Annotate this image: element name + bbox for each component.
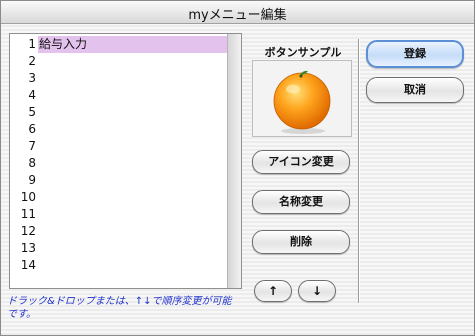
list-scrollbar[interactable] (227, 34, 241, 288)
row-number: 5 (28, 105, 36, 119)
rename-button[interactable]: 名称変更 (252, 190, 350, 214)
row-label (38, 121, 228, 138)
row-number: 9 (28, 173, 36, 187)
row-number: 4 (28, 88, 36, 102)
row-number: 8 (28, 156, 36, 170)
row-number: 12 (20, 224, 36, 238)
list-row[interactable]: 9 (10, 172, 228, 189)
delete-button[interactable]: 削除 (252, 230, 350, 254)
row-label (38, 87, 228, 104)
row-number: 10 (20, 190, 36, 204)
row-label (38, 189, 228, 206)
button-sample-label: ボタンサンプル (264, 46, 342, 59)
row-number: 7 (28, 139, 36, 153)
icon-preview (252, 60, 352, 137)
vertical-divider (358, 39, 360, 303)
register-button[interactable]: 登録 (366, 40, 464, 68)
list-row[interactable]: 1 給与入力 (10, 36, 228, 53)
list-row[interactable]: 6 (10, 121, 228, 138)
list-row[interactable]: 13 (10, 240, 228, 257)
row-label (38, 155, 228, 172)
row-number: 11 (20, 207, 36, 221)
row-number: 1 (28, 37, 36, 51)
row-label (38, 104, 228, 121)
menu-list[interactable]: 1 給与入力 2 3 4 5 6 7 8 9 10 11 12 13 14 (9, 33, 242, 289)
row-label (38, 223, 228, 240)
row-number: 3 (28, 71, 36, 85)
row-label (38, 172, 228, 189)
row-label (38, 206, 228, 223)
list-row[interactable]: 3 (10, 70, 228, 87)
list-row[interactable]: 4 (10, 87, 228, 104)
list-row[interactable]: 7 (10, 138, 228, 155)
row-number: 2 (28, 54, 36, 68)
row-label (38, 138, 228, 155)
cancel-button[interactable]: 取消 (366, 77, 464, 103)
row-number: 14 (20, 258, 36, 272)
title-bar[interactable]: myメニュー編集 (1, 1, 474, 24)
row-label (38, 70, 228, 87)
row-label: 給与入力 (38, 36, 228, 53)
list-row[interactable]: 14 (10, 257, 228, 274)
list-row[interactable]: 12 (10, 223, 228, 240)
dialog-window: myメニュー編集 1 給与入力 2 3 4 5 6 7 8 9 10 11 12 13 14 ボタンサンプル… (0, 0, 475, 336)
list-row[interactable]: 8 (10, 155, 228, 172)
list-row[interactable]: 10 (10, 189, 228, 206)
row-number: 13 (20, 241, 36, 255)
row-label (38, 257, 228, 274)
change-icon-button[interactable]: アイコン変更 (252, 150, 350, 174)
row-label (38, 53, 228, 70)
move-up-button[interactable]: ↑ (254, 280, 292, 302)
row-number: 6 (28, 122, 36, 136)
list-row[interactable]: 2 (10, 53, 228, 70)
window-title: myメニュー編集 (188, 8, 287, 23)
reorder-hint: ドラック&ドロップまたは、↑↓で順序変更が可能です。 (7, 296, 232, 320)
orange-icon (273, 70, 331, 134)
list-row[interactable]: 5 (10, 104, 228, 121)
list-row[interactable]: 11 (10, 206, 228, 223)
row-label (38, 240, 228, 257)
move-down-button[interactable]: ↓ (298, 280, 336, 302)
